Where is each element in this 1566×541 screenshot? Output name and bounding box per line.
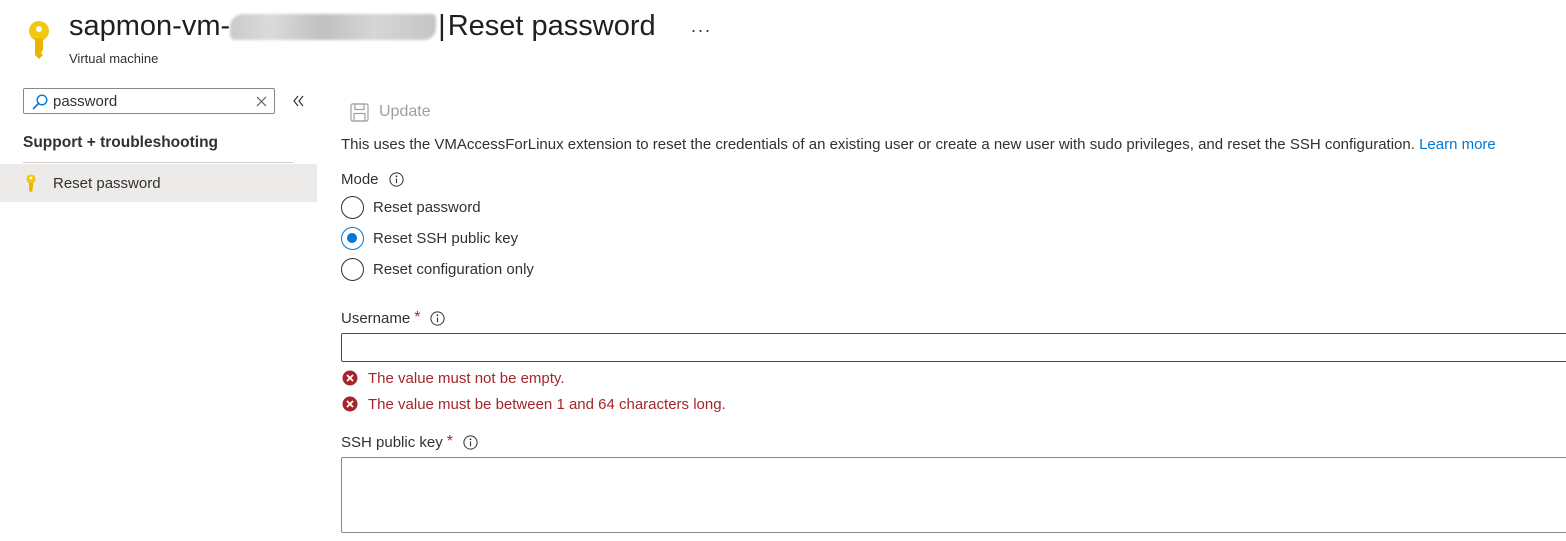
- mode-label: Mode: [341, 171, 404, 188]
- mode-option-reset-password[interactable]: Reset password: [341, 195, 481, 219]
- learn-more-link[interactable]: Learn more: [1419, 136, 1496, 153]
- info-icon[interactable]: [388, 172, 404, 187]
- validation-error: The value must not be empty.: [342, 369, 565, 387]
- resource-type-subtitle: Virtual machine: [69, 51, 159, 66]
- mode-label-text: Mode: [341, 171, 379, 188]
- title-separator: |: [438, 10, 446, 42]
- menu-search-box: [23, 88, 275, 114]
- validation-error: The value must be between 1 and 64 chara…: [342, 395, 726, 413]
- username-label-text: Username: [341, 309, 411, 327]
- required-marker: *: [446, 433, 453, 450]
- username-input[interactable]: [341, 333, 1566, 362]
- blade-title: Reset password: [447, 10, 656, 42]
- error-icon: [342, 370, 358, 386]
- error-message: The value must not be empty.: [368, 369, 565, 387]
- clear-search-icon[interactable]: [255, 95, 268, 108]
- mode-option-reset-configuration-only[interactable]: Reset configuration only: [341, 257, 534, 281]
- description-body: This uses the VMAccessForLinux extension…: [341, 136, 1415, 153]
- username-label: Username *: [341, 309, 446, 327]
- save-icon: [350, 102, 369, 122]
- radio-button[interactable]: [341, 195, 364, 219]
- radio-button-selected[interactable]: [341, 226, 364, 250]
- search-icon: [32, 94, 48, 110]
- collapse-menu-icon[interactable]: [290, 93, 306, 109]
- page-title: sapmon-vm- | Reset password: [69, 10, 656, 43]
- nav-divider: [23, 162, 293, 163]
- update-button[interactable]: Update: [350, 100, 431, 124]
- nav-group-heading: Support + troubleshooting: [23, 134, 219, 151]
- ssh-key-label-text: SSH public key: [341, 433, 443, 451]
- ssh-public-key-textarea[interactable]: [341, 457, 1566, 533]
- radio-button[interactable]: [341, 257, 364, 281]
- sidebar-item-reset-password[interactable]: Reset password: [0, 164, 317, 202]
- ssh-key-label: SSH public key *: [341, 433, 478, 451]
- radio-label: Reset password: [373, 198, 481, 216]
- error-message: The value must be between 1 and 64 chara…: [368, 395, 726, 413]
- key-icon: [26, 174, 36, 193]
- key-icon: [29, 21, 49, 59]
- menu-search-input[interactable]: [53, 89, 243, 113]
- radio-label: Reset configuration only: [373, 260, 534, 278]
- required-marker: *: [414, 309, 421, 326]
- error-icon: [342, 396, 358, 412]
- sidebar-item-label: Reset password: [53, 175, 161, 192]
- update-button-label: Update: [379, 103, 431, 120]
- redacted-vm-id: [230, 13, 437, 40]
- page-header: sapmon-vm- | Reset password ··· Virtual …: [0, 0, 1566, 80]
- info-icon[interactable]: [430, 310, 446, 326]
- info-icon[interactable]: [463, 434, 478, 450]
- vm-name: sapmon-vm-: [69, 10, 231, 42]
- mode-option-reset-ssh-public-key[interactable]: Reset SSH public key: [341, 226, 518, 250]
- more-actions-button[interactable]: ···: [690, 18, 712, 42]
- description-text: This uses the VMAccessForLinux extension…: [341, 136, 1496, 153]
- radio-label: Reset SSH public key: [373, 229, 519, 247]
